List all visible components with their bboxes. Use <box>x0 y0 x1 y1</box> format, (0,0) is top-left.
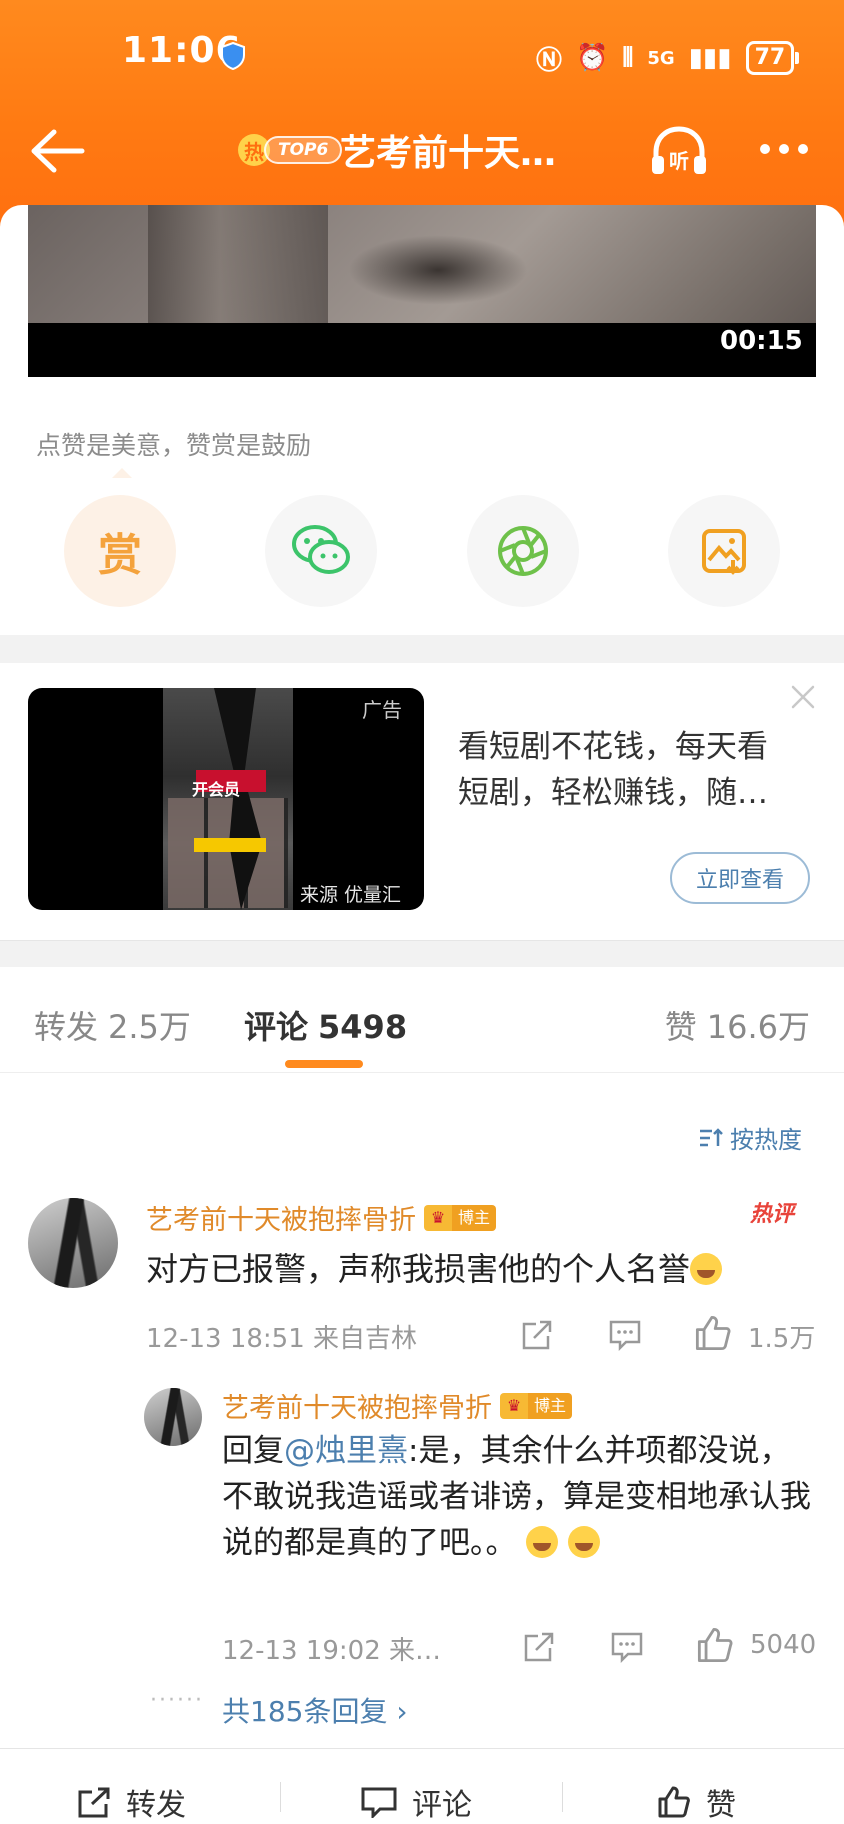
avatar[interactable] <box>144 1388 202 1446</box>
tab-repost-label: 转发 <box>34 1008 99 1046</box>
comment-meta: 12-13 18:51 来自吉林 <box>146 1324 418 1354</box>
laugh-cry-emoji-icon <box>526 1526 559 1558</box>
comment-text-body: 对方已报警，声称我损害他的个人名誉 <box>146 1250 691 1288</box>
mention-link[interactable]: @烛里熹 <box>284 1433 408 1469</box>
reply-text: 回复@烛里熹:是，其余什么并项都没说，不敢说我造谣或者诽谤，算是变相地承认我说的… <box>222 1428 812 1566</box>
ad-text-line-1: 看短剧不花钱，每天看 <box>458 729 768 765</box>
save-image-icon <box>702 529 746 575</box>
like-count: 1.5万 <box>748 1324 816 1354</box>
thumbs-up-icon <box>658 1786 690 1818</box>
reply-prefix: 回复 <box>222 1433 284 1469</box>
repost-button[interactable]: 转发 <box>76 1780 186 1824</box>
sort-button[interactable]: 按热度 <box>698 1120 802 1155</box>
hot-comment-badge: 热评 <box>750 1202 795 1227</box>
nfc-icon: Ⓝ <box>536 45 563 76</box>
thumbs-up-icon[interactable] <box>694 1314 732 1352</box>
battery-icon: 77 <box>745 41 799 75</box>
tab-comment-count: 5498 <box>318 1008 408 1046</box>
status-icons: Ⓝ ⏰ ⫴ 5G ▮▮▮ 77 <box>536 38 799 78</box>
back-arrow-icon[interactable] <box>28 128 86 174</box>
section-divider <box>0 940 844 967</box>
close-icon[interactable] <box>790 684 816 710</box>
save-image-button[interactable] <box>668 495 780 607</box>
reward-label: 赏 <box>98 530 142 581</box>
network-label: 5G <box>647 47 675 69</box>
share-icon[interactable] <box>520 1318 554 1352</box>
reward-button[interactable]: 赏 <box>64 495 176 607</box>
page-title: 艺考前十天被… <box>340 133 590 174</box>
comment-button[interactable]: 评论 <box>360 1780 472 1824</box>
tab-repost[interactable]: 转发 2.5万 <box>34 1002 191 1048</box>
hot-rank-badge[interactable]: 热 TOP6 <box>238 133 343 167</box>
ad-member-text: 开会员 <box>192 780 241 799</box>
avatar[interactable] <box>28 1198 118 1288</box>
video-player[interactable] <box>28 205 816 377</box>
sort-icon <box>700 1127 723 1146</box>
share-moments-button[interactable] <box>467 495 579 607</box>
share-icon <box>78 1787 110 1818</box>
ad-text[interactable]: 看短剧不花钱，每天看 短剧，轻松赚钱，随… <box>458 724 818 816</box>
caption-pointer <box>112 468 132 478</box>
more-icon[interactable] <box>758 142 810 156</box>
tab-active-indicator <box>285 1060 363 1068</box>
section-divider <box>0 635 844 663</box>
tab-like-count: 16.6万 <box>706 1008 810 1046</box>
like-label: 赞 <box>706 1788 736 1823</box>
sort-label: 按热度 <box>730 1126 802 1154</box>
comment-label: 评论 <box>412 1788 472 1823</box>
vibrate-icon: ⫴ <box>622 42 634 73</box>
reward-caption: 点赞是美意，赞赏是鼓励 <box>36 431 312 460</box>
wechat-icon <box>292 525 350 574</box>
tab-repost-count: 2.5万 <box>108 1008 191 1046</box>
ad-label: 广告 <box>362 698 402 722</box>
tab-comment[interactable]: 评论 5498 <box>244 1002 407 1048</box>
hot-rank-label: TOP6 <box>264 136 343 164</box>
divider <box>562 1782 563 1812</box>
repost-label: 转发 <box>126 1788 186 1823</box>
reply-author[interactable]: 艺考前十天被抱摔骨折 ♛ 博主 <box>222 1386 573 1425</box>
like-button[interactable]: 赞 <box>656 1780 736 1824</box>
more-replies-link[interactable]: 共185条回复 › <box>222 1690 408 1730</box>
reply-author-name: 艺考前十天被抱摔骨折 <box>222 1393 492 1424</box>
tabs-divider <box>0 1072 844 1073</box>
signal-icon: ▮▮▮ <box>688 43 732 73</box>
tab-comment-label: 评论 <box>244 1008 309 1046</box>
alarm-icon: ⏰ <box>576 43 609 73</box>
share-icon[interactable] <box>522 1630 556 1664</box>
comment-author[interactable]: 艺考前十天被抱摔骨折 ♛ 博主 <box>146 1198 497 1237</box>
like-count: 5040 <box>750 1630 817 1660</box>
comment-text: 对方已报警，声称我损害他的个人名誉 <box>146 1244 723 1290</box>
blogger-badge: ♛ 博主 <box>500 1392 573 1419</box>
divider <box>280 1782 281 1812</box>
blogger-badge: ♛ 博主 <box>424 1204 497 1231</box>
comment-icon <box>361 1787 397 1818</box>
blogger-badge-label: 博主 <box>528 1392 573 1419</box>
headphones-icon[interactable]: 听 <box>648 124 710 180</box>
comment-icon[interactable] <box>608 1318 642 1352</box>
ad-source: 来源 优量汇 <box>300 884 402 906</box>
reply-dots: ······ <box>150 1688 204 1713</box>
listen-label: 听 <box>669 149 689 173</box>
laugh-cry-emoji-icon <box>690 1253 723 1285</box>
share-wechat-button[interactable] <box>265 495 377 607</box>
shield-icon <box>221 42 245 70</box>
laugh-cry-emoji-icon <box>568 1526 601 1558</box>
comment-author-name: 艺考前十天被抱摔骨折 <box>146 1205 416 1236</box>
comment-icon[interactable] <box>610 1630 644 1664</box>
tab-like-label: 赞 <box>664 1008 697 1046</box>
ad-view-button[interactable]: 立即查看 <box>670 852 810 904</box>
reply-meta: 12-13 19:02 来… <box>222 1636 442 1666</box>
thumbs-up-icon[interactable] <box>696 1626 734 1664</box>
tab-like[interactable]: 赞 16.6万 <box>665 1002 810 1048</box>
crown-icon: ♛ <box>424 1204 452 1231</box>
video-duration: 00:15 <box>720 326 803 356</box>
ad-text-line-2: 短剧，轻松赚钱，随… <box>458 775 768 811</box>
crown-icon: ♛ <box>500 1392 528 1419</box>
moments-icon <box>498 526 548 576</box>
blogger-badge-label: 博主 <box>452 1204 497 1231</box>
